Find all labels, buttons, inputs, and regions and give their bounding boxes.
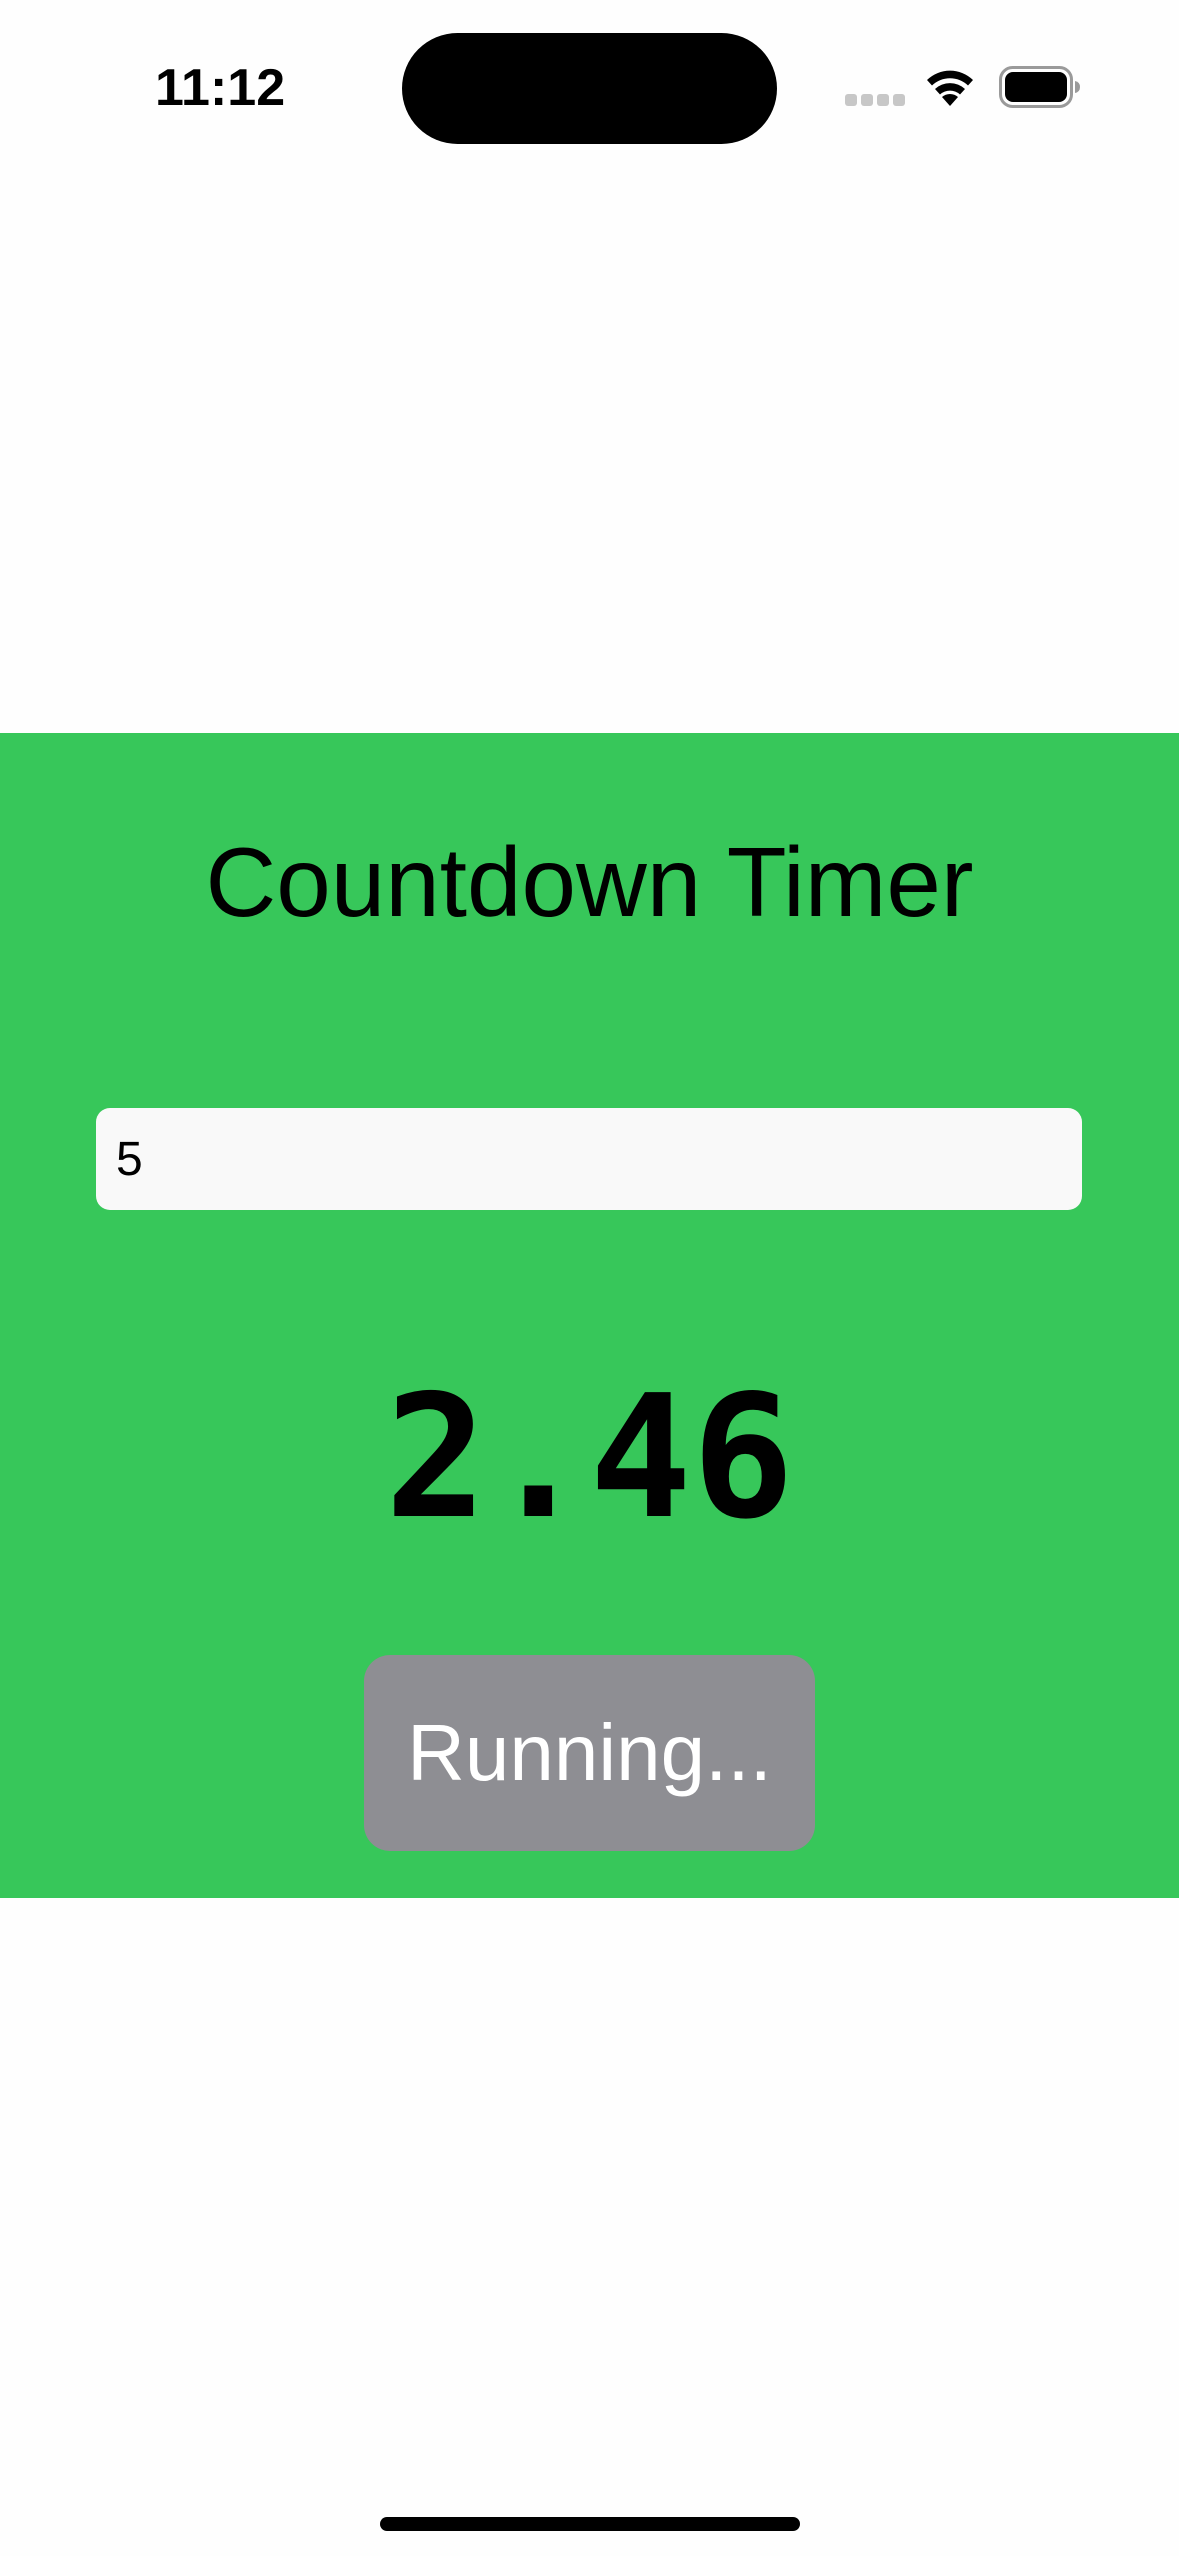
screen: 11:12 Countdown Timer 2.46 Running...	[0, 0, 1179, 2556]
signal-dots-icon	[845, 94, 905, 106]
countdown-display: 2.46	[384, 1359, 795, 1557]
home-indicator[interactable]	[380, 2517, 800, 2531]
wifi-icon	[927, 70, 973, 106]
start-button[interactable]: Running...	[364, 1655, 815, 1851]
timer-panel: Countdown Timer 2.46 Running...	[0, 733, 1179, 1898]
battery-icon	[999, 66, 1080, 108]
status-time: 11:12	[155, 59, 286, 117]
dynamic-island	[402, 33, 777, 144]
seconds-input[interactable]	[96, 1108, 1082, 1210]
page-title: Countdown Timer	[205, 827, 974, 937]
